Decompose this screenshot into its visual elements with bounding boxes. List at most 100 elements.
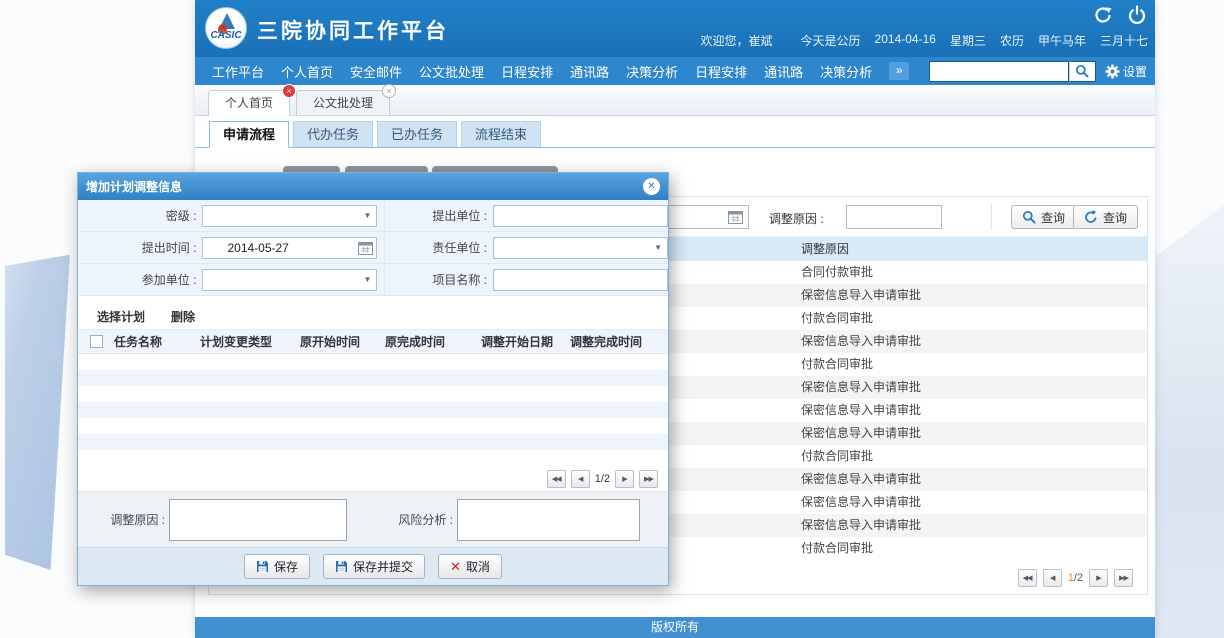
plan-grid-body xyxy=(78,354,668,466)
duty-unit-select[interactable]: ▼ xyxy=(493,237,668,259)
page-prev-icon[interactable]: ◀ xyxy=(571,470,590,488)
weekday: 星期三 xyxy=(950,32,986,49)
page-last-icon[interactable]: ▶▶ xyxy=(639,470,658,488)
propose-time-value: 2014-05-27 xyxy=(227,241,288,255)
close-tab-icon[interactable]: × xyxy=(382,84,396,98)
search-icon xyxy=(1075,64,1089,78)
search-icon xyxy=(1022,210,1036,224)
nav-item-work-platform[interactable]: 工作平台 xyxy=(212,62,264,81)
save-button-label: 保存 xyxy=(274,558,298,575)
adjust-reason-textarea[interactable] xyxy=(169,499,347,541)
gear-icon xyxy=(1105,64,1120,79)
join-unit-select[interactable]: ▼ xyxy=(202,269,377,291)
tab-todo-tasks[interactable]: 代办任务 xyxy=(293,121,373,147)
nav-item-schedule-2[interactable]: 日程安排 xyxy=(695,62,747,81)
welcome-text: 欢迎您，崔斌 xyxy=(701,32,773,49)
risk-analysis-label: 风险分析 : xyxy=(347,511,457,528)
tab-process-finished[interactable]: 流程结束 xyxy=(461,121,541,147)
today-label: 今天是公历 xyxy=(801,32,861,49)
save-icon xyxy=(256,560,269,573)
propose-time-label: 提出时间 : xyxy=(78,239,202,256)
nav-item-contacts-2[interactable]: 通讯路 xyxy=(764,62,803,81)
background-diagonal-right xyxy=(1155,205,1224,638)
nav-item-schedule[interactable]: 日程安排 xyxy=(501,62,553,81)
plan-grid-empty-row xyxy=(78,386,668,402)
query-button[interactable]: 查询 xyxy=(1011,205,1076,229)
copyright-footer: 版权所有 xyxy=(195,617,1155,638)
refresh-icon[interactable] xyxy=(1093,5,1113,25)
join-unit-label: 参加单位 : xyxy=(78,271,202,288)
reset-button-label: 查询 xyxy=(1103,209,1127,226)
settings-button[interactable]: 设置 xyxy=(1105,63,1147,80)
page-first-icon[interactable]: ◀◀ xyxy=(547,470,566,488)
plan-grid-header: 任务名称 计划变更类型 原开始时间 原完成时间 调整开始日期 调整完成时间 xyxy=(78,330,668,354)
window-tab-personal-home[interactable]: 个人首页 × xyxy=(208,90,290,116)
process-tab-bar: 申请流程 代办任务 已办任务 流程结束 xyxy=(195,116,1155,148)
plan-grid-empty-row xyxy=(78,418,668,434)
filter-reason-input[interactable] xyxy=(846,205,942,229)
propose-unit-label: 提出单位 : xyxy=(385,207,493,224)
dialog-bottom-form: 调整原因 : 风险分析 : xyxy=(78,491,668,547)
reset-query-button[interactable]: 查询 xyxy=(1073,205,1138,229)
save-and-submit-button[interactable]: 保存并提交 xyxy=(323,554,425,579)
nav-more-chevron-icon[interactable]: » xyxy=(889,62,909,80)
nav-item-decision-analysis-2[interactable]: 决策分析 xyxy=(820,62,872,81)
main-nav: 工作平台 个人首页 安全邮件 公文批处理 日程安排 通讯路 决策分析 日程安排 … xyxy=(195,57,1155,85)
save-button[interactable]: 保存 xyxy=(244,554,310,579)
app-header: CASIC 三院协同工作平台 欢迎您，崔斌 今天是公历 2014-04-16 星… xyxy=(195,0,1155,57)
col-task-name: 任务名称 xyxy=(114,333,200,350)
secrecy-select[interactable]: ▼ xyxy=(202,205,377,227)
plan-grid-empty-row xyxy=(78,450,668,466)
select-plan-link[interactable]: 选择计划 xyxy=(97,308,145,325)
chevron-down-icon: ▼ xyxy=(654,243,662,252)
nav-item-personal-home[interactable]: 个人首页 xyxy=(281,62,333,81)
global-search-input[interactable] xyxy=(929,61,1069,82)
page-next-icon[interactable]: ▶ xyxy=(615,470,634,488)
col-change-type: 计划变更类型 xyxy=(200,333,300,350)
delete-link[interactable]: 删除 xyxy=(171,308,195,325)
plan-grid-empty-row xyxy=(78,354,668,370)
cancel-button-label: 取消 xyxy=(466,558,490,575)
window-tab-bar: 个人首页 × 公文批处理 × xyxy=(195,85,1155,116)
page-next-icon[interactable]: ▶ xyxy=(1089,569,1108,587)
select-all-checkbox[interactable] xyxy=(90,335,103,348)
nav-item-document-batch[interactable]: 公文批处理 xyxy=(419,62,484,81)
cancel-button[interactable]: ✕ 取消 xyxy=(438,554,502,579)
propose-time-input[interactable]: 2014-05-27 xyxy=(202,237,377,259)
nav-item-contacts[interactable]: 通讯路 xyxy=(570,62,609,81)
casic-logo: CASIC xyxy=(205,7,247,49)
secrecy-label: 密级 : xyxy=(78,207,202,224)
window-tab-label: 公文批处理 xyxy=(313,96,373,110)
page-prev-icon[interactable]: ◀ xyxy=(1043,569,1062,587)
chevron-down-icon: ▼ xyxy=(364,275,372,284)
tab-apply-process[interactable]: 申请流程 xyxy=(209,121,289,148)
risk-analysis-textarea[interactable] xyxy=(457,499,640,541)
window-tab-document-batch[interactable]: 公文批处理 × xyxy=(296,90,390,115)
background-diagonal-left xyxy=(5,190,70,570)
duty-unit-label: 责任单位 : xyxy=(385,239,493,256)
dialog-button-bar: 保存 保存并提交 ✕ 取消 xyxy=(78,547,668,585)
search-button[interactable] xyxy=(1069,61,1096,82)
page-indicator: 1/2 xyxy=(595,473,610,485)
logo-text: CASIC xyxy=(206,30,246,41)
filter-reason-label: 调整原因 : xyxy=(769,210,824,227)
window-tab-label: 个人首页 xyxy=(225,96,273,110)
col-adjust-finish: 调整完成时间 xyxy=(570,333,668,350)
calendar-icon[interactable] xyxy=(728,210,743,224)
propose-unit-input[interactable] xyxy=(493,205,668,227)
nav-item-decision-analysis[interactable]: 决策分析 xyxy=(626,62,678,81)
power-icon[interactable] xyxy=(1127,5,1147,25)
project-name-label: 项目名称 : xyxy=(385,271,493,288)
reset-icon xyxy=(1084,210,1098,224)
dialog-close-icon[interactable]: ✕ xyxy=(643,178,660,195)
close-tab-icon[interactable]: × xyxy=(282,84,296,98)
page-last-icon[interactable]: ▶▶ xyxy=(1114,569,1133,587)
project-name-input[interactable] xyxy=(493,269,668,291)
dialog-spacer xyxy=(78,296,668,304)
dialog-form: 密级 : ▼ 提出单位 : 提出时间 : 2014-05-27 xyxy=(78,200,668,296)
calendar-icon[interactable] xyxy=(358,241,373,255)
tab-done-tasks[interactable]: 已办任务 xyxy=(377,121,457,147)
query-button-label: 查询 xyxy=(1041,209,1065,226)
nav-item-secure-mail[interactable]: 安全邮件 xyxy=(350,62,402,81)
page-first-icon[interactable]: ◀◀ xyxy=(1018,569,1037,587)
